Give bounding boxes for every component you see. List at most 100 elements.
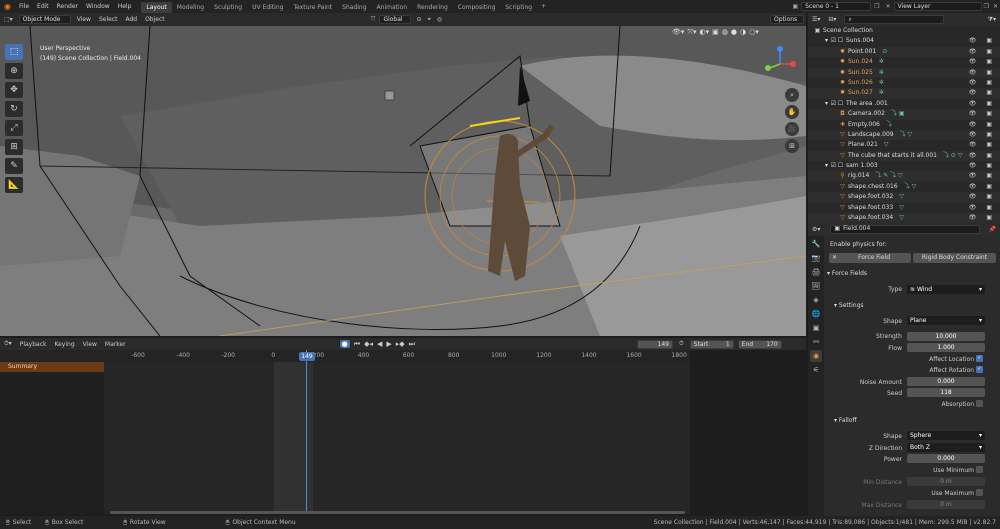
prev-keyframe-icon[interactable]: ◆◂ bbox=[364, 340, 373, 348]
visibility-toggle-icons[interactable]: 👁 ▣ bbox=[969, 192, 996, 202]
outliner-editor-icon[interactable]: ☰▾ bbox=[808, 16, 824, 23]
3d-viewport[interactable] bbox=[0, 26, 806, 336]
outliner-row[interactable]: ✹ Sun.026 ✲ 👁 ▣ bbox=[808, 78, 1000, 88]
view-layer-selector[interactable]: View Layer bbox=[893, 2, 982, 11]
outliner-row[interactable]: ▾ ☑ ☐ The area .001 👁 ▣ bbox=[808, 99, 1000, 109]
visibility-toggle-icons[interactable]: 👁 ▣ bbox=[969, 109, 996, 119]
force-field-button[interactable]: ✕ Force Field bbox=[829, 253, 911, 263]
data-tab-icon[interactable]: ⚟ bbox=[810, 364, 822, 376]
play-reverse-icon[interactable]: ◀ bbox=[377, 340, 382, 348]
visibility-icon[interactable]: 👁▾ bbox=[672, 28, 684, 40]
camera-view-icon[interactable]: 🎥 bbox=[785, 122, 799, 136]
settings-section[interactable]: ▾ Settings bbox=[834, 302, 864, 309]
menu-render[interactable]: Render bbox=[53, 0, 82, 13]
outliner-row[interactable]: ▾ ☑ ☐ sam 1.003 👁 ▣ bbox=[808, 161, 1000, 171]
annotate-tool-icon[interactable]: ✎ bbox=[5, 158, 23, 174]
visibility-toggle-icons[interactable]: 👁 ▣ bbox=[969, 171, 996, 181]
gizmo-axes[interactable] bbox=[760, 44, 800, 84]
outliner-row[interactable]: ⚲ rig.014 ⤵ ✎ ⤵ ▽ 👁 ▣ bbox=[808, 171, 1000, 182]
close-icon[interactable]: ✕ bbox=[883, 3, 894, 10]
power-field[interactable]: 0.000 bbox=[907, 454, 985, 463]
visibility-toggle-icons[interactable]: 👁 ▣ bbox=[969, 88, 996, 98]
outliner-row[interactable]: ✹ Sun.024 ✲ 👁 ▣ bbox=[808, 57, 1000, 67]
z-direction-dropdown[interactable]: Both Z ▾ bbox=[907, 443, 985, 452]
visibility-toggle-icons[interactable]: 👁 ▣ bbox=[969, 140, 996, 150]
flow-field[interactable]: 1.000 bbox=[907, 343, 985, 352]
options-button[interactable]: Options bbox=[770, 15, 804, 24]
timeline-menu-keying[interactable]: Keying bbox=[50, 338, 78, 351]
physics-tab-icon[interactable]: ◉ bbox=[810, 350, 822, 362]
checkbox-icon[interactable]: ☑ bbox=[830, 161, 837, 171]
visibility-toggle-icons[interactable]: 👁 ▣ bbox=[969, 36, 996, 46]
blender-logo-icon[interactable]: ◉ bbox=[0, 2, 15, 11]
checkbox-icon[interactable]: ☑ bbox=[830, 36, 837, 46]
solid-shading-icon[interactable]: ● bbox=[731, 28, 737, 40]
affect-rotation-checkbox[interactable]: ✓ bbox=[976, 366, 983, 373]
visibility-toggle-icons[interactable]: 👁 ▣ bbox=[969, 161, 996, 171]
playhead-frame-label[interactable]: 149 bbox=[299, 352, 315, 361]
viewport-menu-add[interactable]: Add bbox=[121, 13, 141, 26]
scene-tab-icon[interactable]: ◈ bbox=[810, 294, 822, 306]
snap-icon[interactable]: ⌖ bbox=[424, 16, 433, 24]
constraints-tab-icon[interactable]: ⚯ bbox=[810, 336, 822, 348]
viewport-menu-view[interactable]: View bbox=[73, 13, 95, 26]
tab-shading[interactable]: Shading bbox=[337, 2, 371, 13]
noise-amount-field[interactable]: 0.000 bbox=[907, 377, 985, 386]
output-tab-icon[interactable]: 🖨 bbox=[810, 266, 822, 278]
measure-tool-icon[interactable]: 📐 bbox=[5, 177, 23, 193]
select-box-tool-icon[interactable]: ⬚ bbox=[5, 44, 23, 60]
outliner-row[interactable]: ▽ shape.chest.016 ⤵ ▽ 👁 ▣ bbox=[808, 182, 1000, 192]
display-mode-icon[interactable]: ⊟▾ bbox=[824, 16, 840, 23]
tab-scripting[interactable]: Scripting bbox=[500, 2, 537, 13]
timeline-scrollbar[interactable] bbox=[110, 511, 685, 514]
zoom-icon[interactable]: ⌕ bbox=[785, 88, 799, 102]
render-tab-icon[interactable]: 📷 bbox=[810, 252, 822, 264]
seed-field[interactable]: 118 bbox=[907, 388, 985, 397]
jump-start-icon[interactable]: ⏮ bbox=[354, 340, 360, 349]
pivot-icon[interactable]: ⊙ bbox=[413, 16, 424, 23]
menu-help[interactable]: Help bbox=[114, 0, 136, 13]
viewport-menu-object[interactable]: Object bbox=[141, 13, 169, 26]
expand-arrow-icon[interactable]: ▾ bbox=[823, 161, 830, 171]
falloff-shape-dropdown[interactable]: Sphere ▾ bbox=[907, 431, 985, 440]
copy-icon[interactable]: ❐ bbox=[871, 3, 882, 10]
visibility-toggle-icons[interactable]: 👁 ▣ bbox=[969, 99, 996, 109]
scene-collection-row[interactable]: ▣ Scene Collection bbox=[808, 26, 1000, 36]
outliner-row[interactable]: ▽ Landscape.009 ⤵ ▽ 👁 ▣ bbox=[808, 129, 1000, 141]
expand-arrow-icon[interactable]: ▾ bbox=[823, 99, 830, 109]
visibility-toggle-icons[interactable]: 👁 ▣ bbox=[969, 47, 996, 57]
tool-tab-icon[interactable]: 🔧 bbox=[810, 238, 822, 250]
viewport-menu-select[interactable]: Select bbox=[95, 13, 122, 26]
expand-arrow-icon[interactable]: ▾ bbox=[823, 36, 830, 46]
scale-tool-icon[interactable]: ⤢ bbox=[5, 120, 23, 136]
tab-animation[interactable]: Animation bbox=[372, 2, 413, 13]
current-frame-field[interactable]: 149 bbox=[636, 339, 673, 349]
start-frame-field[interactable]: Start 1 bbox=[689, 339, 734, 349]
tab-rendering[interactable]: Rendering bbox=[412, 2, 453, 13]
max-distance-field[interactable]: 0 m bbox=[907, 500, 985, 509]
material-shading-icon[interactable]: ◑ bbox=[740, 28, 746, 40]
outliner-search-input[interactable]: ⌕ bbox=[844, 15, 945, 24]
end-frame-field[interactable]: End 170 bbox=[737, 339, 782, 349]
falloff-section[interactable]: ▾ Falloff bbox=[834, 417, 857, 424]
axis-gizmo-icon[interactable] bbox=[760, 44, 800, 84]
mode-selector[interactable]: Object Mode bbox=[18, 15, 71, 24]
copy-icon[interactable]: ❐ bbox=[982, 3, 991, 10]
absorption-checkbox[interactable] bbox=[976, 400, 983, 407]
rigid-body-constraint-button[interactable]: Rigid Body Constraint bbox=[913, 253, 996, 263]
visibility-toggle-icons[interactable]: 👁 ▣ bbox=[969, 182, 996, 192]
overlay-icon[interactable]: ◐▾ bbox=[700, 28, 710, 40]
type-dropdown[interactable]: ≋ Wind ▾ bbox=[907, 285, 985, 294]
outliner-row[interactable]: ▽ shape.foot.033 ▽ 👁 ▣ bbox=[808, 203, 1000, 213]
outliner-row[interactable]: ▽ The cube that starts it all.001 ⤵ ⊙ ▽ 👁 ▣ bbox=[808, 150, 1000, 162]
affect-location-checkbox[interactable]: ✓ bbox=[976, 355, 983, 362]
editor-type-icon[interactable]: ⬚▾ bbox=[0, 16, 17, 23]
timeline-menu-marker[interactable]: Marker bbox=[101, 338, 130, 351]
scene-selector[interactable]: Scene 0 - 1 bbox=[801, 2, 872, 11]
tab-uv-editing[interactable]: UV Editing bbox=[247, 2, 288, 13]
transform-orientation-selector[interactable]: Global bbox=[379, 15, 412, 24]
rotate-tool-icon[interactable]: ↻ bbox=[5, 101, 23, 117]
visibility-toggle-icons[interactable]: 👁 ▣ bbox=[969, 68, 996, 78]
play-icon[interactable]: ▶ bbox=[386, 340, 391, 348]
timeline-menu-playback[interactable]: Playback bbox=[16, 338, 51, 351]
